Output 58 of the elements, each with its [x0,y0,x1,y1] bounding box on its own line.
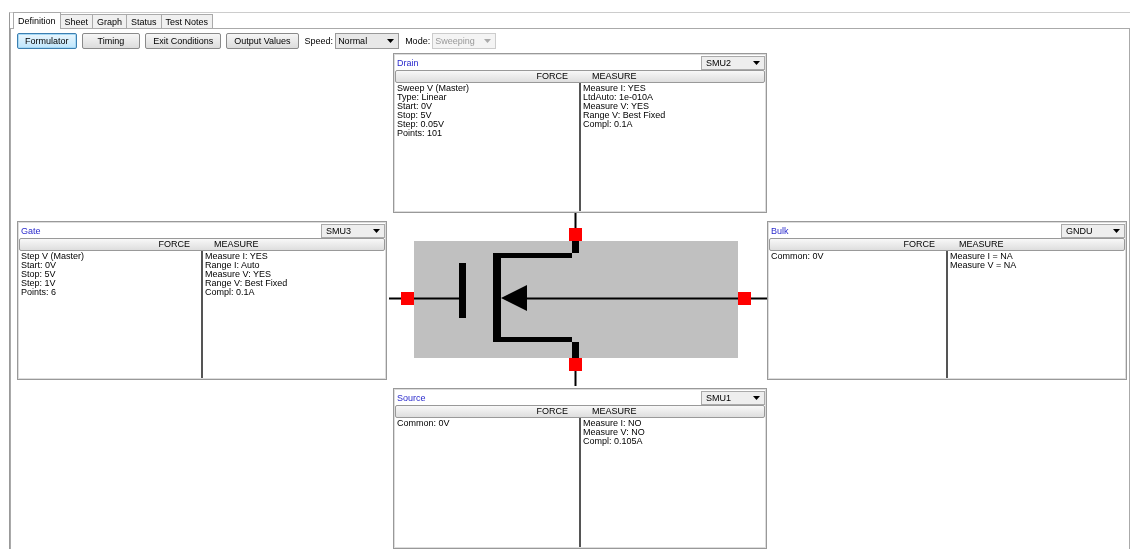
force-setting: Points: 6 [21,288,58,297]
force-setting: Common: 0V [397,419,451,428]
measure-setting: Compl: 0.105A [583,437,644,446]
measure-setting: Compl: 0.1A [205,288,256,297]
force-setting: Start: 0V [21,261,56,270]
measure-setting: Measure V: YES [205,270,273,279]
caret-icon [1113,228,1120,233]
measure-setting: LtdAuto: 1e-010A [583,93,655,102]
force-header: FORCE [535,406,569,417]
measure-setting: Measure V: YES [583,102,651,111]
force-setting: Step: 1V [21,279,57,288]
caret-icon [373,228,380,233]
terminal-name: Gate [21,225,41,236]
toolbar-button[interactable]: Formulator [17,33,77,49]
measure-setting: Range V: Best Fixed [205,279,289,288]
terminal-name: Drain [397,57,419,68]
force-setting: Sweep V (Master) [397,84,471,93]
force-header: FORCE [157,239,191,250]
measure-setting: Measure V: NO [583,428,646,437]
unit-dropdown[interactable]: SMU2 [701,55,765,70]
unit-dropdown[interactable]: SMU1 [701,390,765,405]
measure-setting: Measure I: NO [583,419,643,428]
terminal-name: Bulk [771,225,789,236]
tab[interactable]: Definition [13,12,61,29]
caret-icon [387,39,395,43]
dropdown[interactable]: Normal [335,33,400,49]
caret-icon [753,395,760,400]
measure-setting: Measure V = NA [950,261,1018,270]
unit-dropdown[interactable]: GNDU [1061,223,1125,238]
measure-header: MEASURE [591,71,637,82]
force-header: FORCE [535,71,569,82]
force-header: FORCE [902,239,936,250]
terminal-name: Source [397,392,426,403]
measure-setting: Measure I = NA [950,252,1014,261]
combo-label: Speed: [304,36,334,46]
force-setting: Points: 101 [397,129,444,138]
caret-icon [753,60,760,65]
measure-header: MEASURE [591,406,637,417]
combo-label: Mode: [405,36,431,46]
force-setting: Stop: 5V [21,270,57,279]
measure-setting: Compl: 0.1A [583,120,634,129]
measure-setting: Range V: Best Fixed [583,111,667,120]
force-setting: Step V (Master) [21,252,86,261]
force-setting: Start: 0V [397,102,433,111]
toolbar-button[interactable]: Output Values [226,33,299,49]
force-setting: Stop: 5V [397,111,433,120]
measure-setting: Measure I: YES [205,252,269,261]
measure-setting: Range I: Auto [205,261,261,270]
measure-header: MEASURE [213,239,259,250]
measure-setting: Measure I: YES [583,84,647,93]
caret-icon [484,39,492,43]
toolbar-button[interactable]: Exit Conditions [145,33,222,49]
measure-header: MEASURE [958,239,1004,250]
force-setting: Step: 0.05V [397,120,446,129]
force-setting: Common: 0V [771,252,825,261]
force-setting: Type: Linear [397,93,447,102]
toolbar-button[interactable]: Timing [81,33,141,49]
unit-dropdown[interactable]: SMU3 [321,223,385,238]
